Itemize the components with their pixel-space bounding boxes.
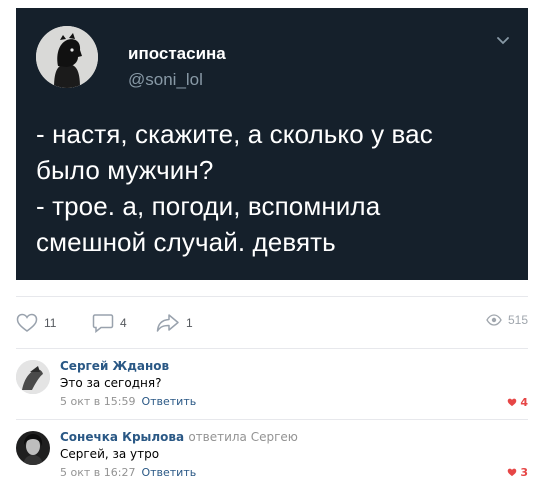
comment-text: Это за сегодня? <box>60 376 162 390</box>
reply-button[interactable]: Ответить <box>141 395 196 408</box>
replied-to[interactable]: ответила Сергею <box>188 430 298 444</box>
views-count: 515 <box>507 313 528 327</box>
comment-like-count: 4 <box>520 396 528 409</box>
like-button[interactable]: 11 <box>16 313 56 333</box>
comment-author[interactable]: Сонечка Крылова <box>60 430 184 444</box>
share-button[interactable]: 1 <box>156 313 193 333</box>
heart-icon <box>16 313 38 332</box>
comment-like-button[interactable]: 4 <box>507 396 528 409</box>
comment-item: Сонечка Крылова ответила Сергею Сергей, … <box>16 419 528 487</box>
tweet-line: - настя, скажите, а сколько у вас <box>36 119 433 149</box>
comment-like-count: 3 <box>520 466 528 479</box>
comment-author[interactable]: Сергей Жданов <box>60 359 196 373</box>
comment-text: Сергей, за утро <box>60 447 160 461</box>
comment-date[interactable]: 5 окт в 16:27 <box>60 466 135 479</box>
comments-list: Сергей Жданов Это за сегодня? 5 окт в 15… <box>16 348 528 487</box>
reply-button[interactable]: Ответить <box>141 466 196 479</box>
comment-button[interactable]: 4 <box>92 313 127 333</box>
post-action-bar: 11 4 1 515 <box>16 296 528 348</box>
heart-icon <box>508 468 517 477</box>
views-counter: 515 <box>486 313 528 327</box>
tweet-author-avatar[interactable] <box>36 26 98 88</box>
share-count: 1 <box>186 316 193 330</box>
tweet-line: смешной случай. девять <box>36 227 336 257</box>
avatar[interactable] <box>16 431 50 465</box>
comment-item: Сергей Жданов Это за сегодня? 5 окт в 15… <box>16 349 528 419</box>
tweet-line: было мужчин? <box>36 155 214 185</box>
eye-icon <box>486 314 502 326</box>
tweet-card: ипостасина @soni_lol - настя, скажите, а… <box>16 8 528 280</box>
comment-count: 4 <box>120 316 127 330</box>
comment-like-button[interactable]: 3 <box>507 466 528 479</box>
avatar[interactable] <box>16 360 50 394</box>
heart-icon <box>508 398 517 407</box>
chevron-down-icon[interactable] <box>496 34 510 48</box>
like-count: 11 <box>44 316 57 330</box>
tweet-author-handle[interactable]: @soni_lol <box>128 70 203 90</box>
tweet-author-name[interactable]: ипостасина <box>128 44 226 64</box>
tweet-line: - трое. а, погоди, вспомнила <box>36 191 381 221</box>
comment-icon <box>92 314 114 333</box>
share-icon <box>156 314 179 332</box>
tweet-text: - настя, скажите, а сколько у вас было м… <box>36 116 516 260</box>
comment-date[interactable]: 5 окт в 15:59 <box>60 395 135 408</box>
